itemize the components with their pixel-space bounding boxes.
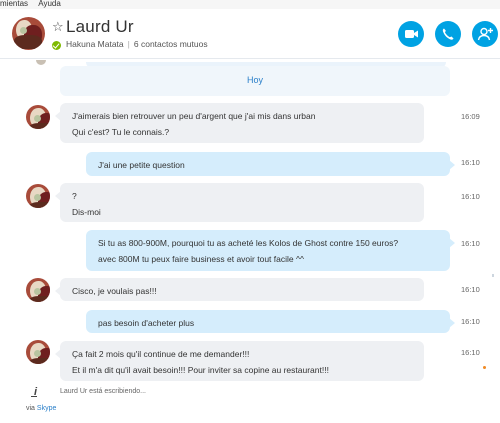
mood-separator: | — [127, 39, 130, 49]
message-line: J'aimerais bien retrouver un peu d'argen… — [72, 111, 316, 121]
message-bubble-outgoing[interactable]: J'ai une petite question — [86, 152, 455, 176]
message-avatar[interactable] — [26, 105, 50, 129]
message-time: 16:10 — [461, 192, 480, 201]
add-people-button[interactable] — [472, 21, 498, 47]
video-call-button[interactable] — [398, 21, 424, 47]
message-line: Qui c'est? Tu le connais.? — [72, 127, 170, 137]
message-line: ? — [72, 191, 77, 201]
message-avatar[interactable] — [26, 278, 50, 302]
via-prefix: via — [26, 405, 35, 412]
message-time: 16:10 — [461, 158, 480, 167]
conversation-area[interactable]: Hoy J'aimerais bien retrouver un peu d'a… — [0, 60, 500, 423]
via-line: via Skype — [26, 405, 56, 412]
day-separator: Hoy — [60, 66, 450, 96]
message-line: avec 800M tu peux faire business et avoi… — [98, 254, 304, 264]
message-line: Cisco, je voulais pas!!! — [72, 286, 157, 296]
message-line: Ça fait 2 mois qu'il continue de me dema… — [72, 349, 250, 359]
message-line: Si tu as 800-900M, pourquoi tu as acheté… — [98, 238, 399, 248]
message-avatar[interactable] — [26, 340, 50, 364]
message-bubble-incoming[interactable]: Cisco, je voulais pas!!! — [55, 278, 424, 301]
online-check-icon — [52, 41, 61, 50]
contact-avatar[interactable] — [12, 17, 45, 50]
message-line: J'ai une petite question — [98, 160, 185, 170]
mutual-contacts[interactable]: 6 contactos mutuos — [134, 39, 208, 49]
day-label: Hoy — [246, 75, 263, 85]
mood-line: Hakuna Matata | 6 contactos mutuos — [66, 39, 208, 49]
message-bubble-incoming[interactable]: J'aimerais bien retrouver un peu d'argen… — [55, 103, 424, 143]
message-time: 16:10 — [461, 285, 480, 294]
add-person-icon — [477, 27, 493, 41]
typing-pen-icon: i — [30, 386, 38, 398]
unread-indicator — [483, 366, 486, 369]
message-bubble-incoming[interactable]: ? Dis-moi — [55, 183, 424, 222]
message-bubble-outgoing[interactable]: Si tu as 800-900M, pourquoi tu as acheté… — [86, 230, 455, 271]
contact-name[interactable]: Laurd Ur — [66, 17, 134, 37]
message-bubble-incoming[interactable]: Ça fait 2 mois qu'il continue de me dema… — [55, 341, 424, 381]
message-bubble-outgoing[interactable]: pas besoin d'acheter plus — [86, 310, 455, 333]
message-time: 16:10 — [461, 348, 480, 357]
message-line: Dis-moi — [72, 207, 101, 217]
phone-icon — [442, 28, 454, 40]
message-time: 16:10 — [461, 239, 480, 248]
message-avatar[interactable] — [26, 184, 50, 208]
message-time: 16:10 — [461, 317, 480, 326]
menu-item-tools[interactable]: mientas — [0, 0, 28, 8]
message-line: Et il m'a dit qu'il avait besoin!!! Pour… — [72, 365, 329, 375]
video-camera-icon — [405, 30, 418, 38]
mood-message: Hakuna Matata — [66, 39, 124, 49]
scroll-marker[interactable] — [492, 274, 494, 277]
menu-bar: mientas Ayuda — [0, 0, 500, 9]
menu-item-help[interactable]: Ayuda — [38, 0, 61, 8]
previous-avatar-fragment — [36, 60, 46, 65]
audio-call-button[interactable] — [435, 21, 461, 47]
message-time: 16:09 — [461, 112, 480, 121]
typing-indicator: Laurd Ur está escribiendo... — [60, 388, 146, 395]
star-icon[interactable]: ☆ — [52, 19, 64, 35]
conversation-header: ☆ Laurd Ur Hakuna Matata | 6 contactos mut… — [0, 9, 500, 59]
message-line: pas besoin d'acheter plus — [98, 318, 195, 328]
via-skype-link[interactable]: Skype — [37, 405, 56, 412]
